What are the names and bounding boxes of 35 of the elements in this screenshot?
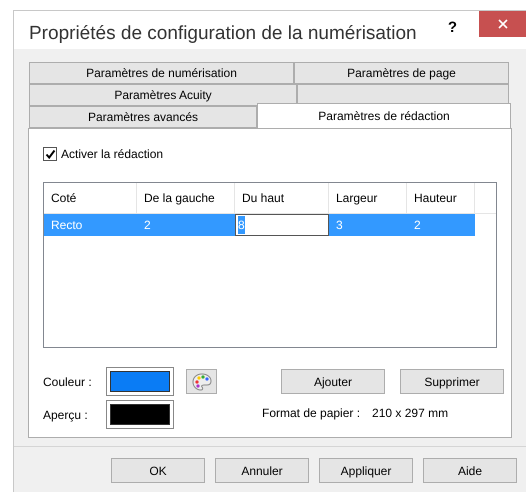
dialog-button[interactable]: OK <box>111 458 205 483</box>
paper-format-value: 210 x 297 mm <box>372 405 448 422</box>
paper-format-label: Format de papier : <box>262 405 360 422</box>
dialog-button[interactable]: Annuler <box>215 458 309 483</box>
window-title: Propriétés de configuration de la numérisation <box>29 22 417 46</box>
column-header[interactable]: Hauteur <box>407 183 475 213</box>
table-cell-text: Recto <box>50 217 84 234</box>
tab[interactable]: Paramètres avancés <box>29 106 257 128</box>
dialog-button[interactable]: Appliquer <box>319 458 413 483</box>
table-cell-text: 2 <box>143 217 152 234</box>
tab[interactable]: Paramètres de page <box>294 62 509 84</box>
action-button[interactable]: Supprimer <box>400 369 504 394</box>
color-swatch[interactable] <box>110 371 170 392</box>
column-header[interactable]: Largeur <box>329 183 407 213</box>
checkmark-icon <box>44 148 56 160</box>
swatch-label: Aperçu : <box>43 406 89 424</box>
table-cell-text: 2 <box>413 217 422 234</box>
help-button[interactable]: ? <box>448 17 457 40</box>
column-header[interactable]: De la gauche <box>137 183 235 213</box>
dialog-button[interactable]: Aide <box>423 458 517 483</box>
tab[interactable]: Paramètres de rédaction <box>257 103 511 128</box>
palette-button[interactable] <box>186 369 217 394</box>
tab[interactable]: Paramètres Acuity <box>29 84 297 106</box>
table-cell-text: 3 <box>335 217 344 234</box>
enable-checkbox[interactable]: Activer la rédaction <box>43 145 497 163</box>
close-icon <box>498 19 508 29</box>
column-header[interactable]: Du haut <box>235 183 329 213</box>
action-button[interactable]: Ajouter <box>281 369 385 394</box>
swatch-label: Couleur : <box>43 374 93 390</box>
tab[interactable]: Paramètres de numérisation <box>29 62 294 84</box>
color-swatch[interactable] <box>110 404 170 425</box>
palette-icon <box>192 372 212 390</box>
close-button[interactable] <box>479 11 526 37</box>
checkbox[interactable] <box>43 147 57 161</box>
column-header[interactable]: Coté <box>44 183 137 213</box>
